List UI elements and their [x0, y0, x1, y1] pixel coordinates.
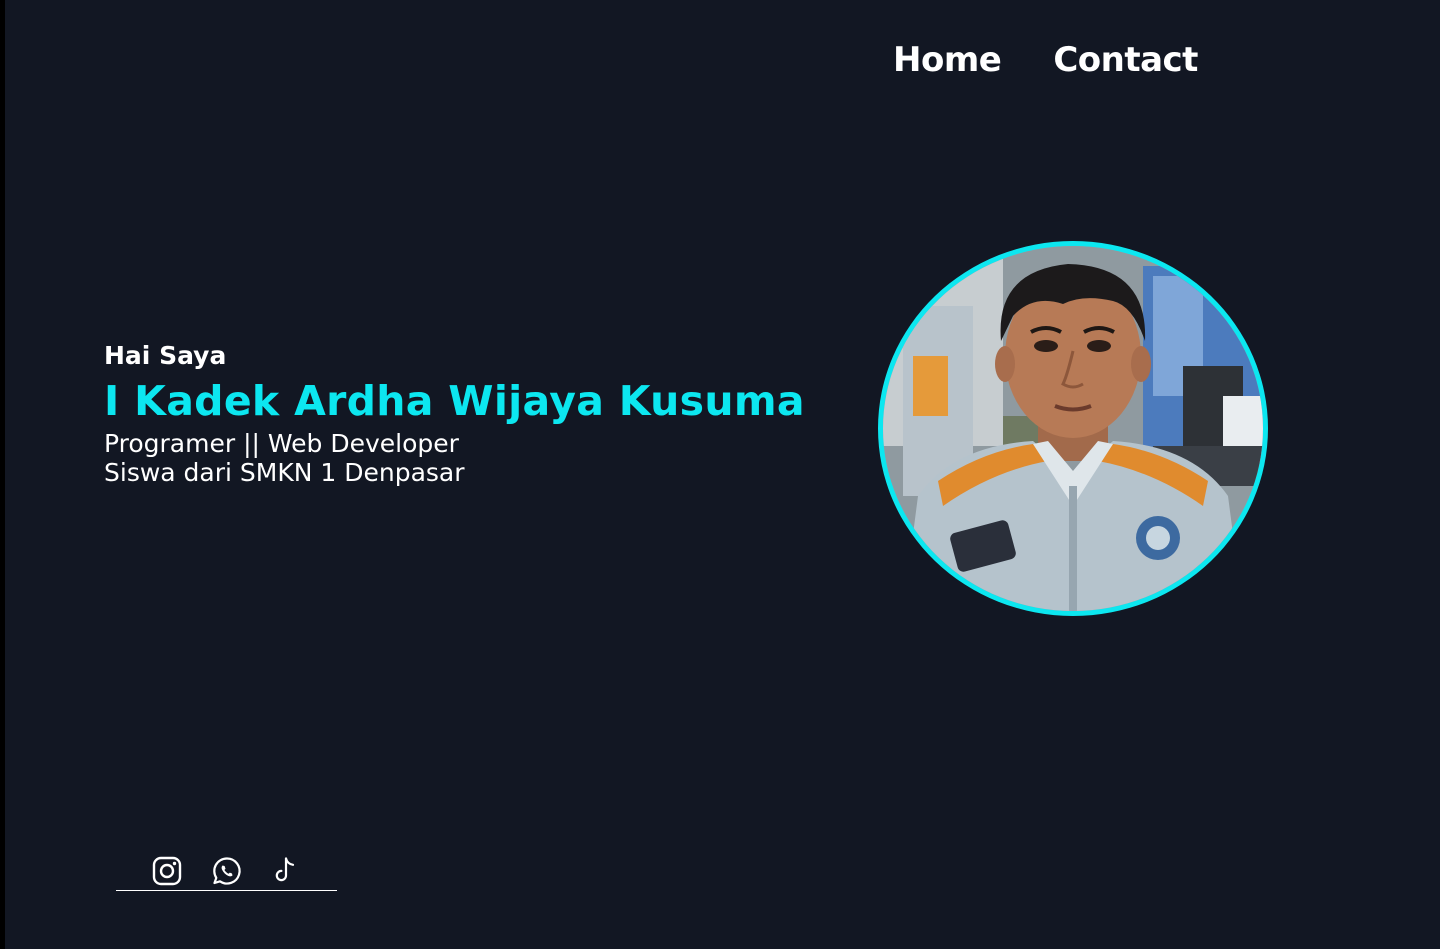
social-links — [116, 850, 337, 891]
nav-contact-link[interactable]: Contact — [1053, 40, 1198, 80]
greeting-text: Hai Saya — [104, 341, 227, 370]
hero-intro: Hai Saya I Kadek Ardha Wijaya Kusuma Pro… — [104, 337, 805, 487]
profile-photo — [878, 241, 1268, 616]
hero-name: I Kadek Ardha Wijaya Kusuma — [104, 377, 805, 425]
instagram-icon[interactable] — [151, 855, 183, 887]
nav-home-link[interactable]: Home — [893, 40, 1002, 80]
hero-role: Programer || Web Developer — [104, 429, 459, 458]
top-nav: Home Contact — [893, 40, 1198, 80]
tiktok-icon[interactable] — [269, 855, 301, 887]
page: Home Contact Hai Saya I Kadek Ardha Wija… — [5, 0, 1440, 949]
hero-school: Siswa dari SMKN 1 Denpasar — [104, 458, 465, 487]
whatsapp-icon[interactable] — [211, 855, 243, 887]
